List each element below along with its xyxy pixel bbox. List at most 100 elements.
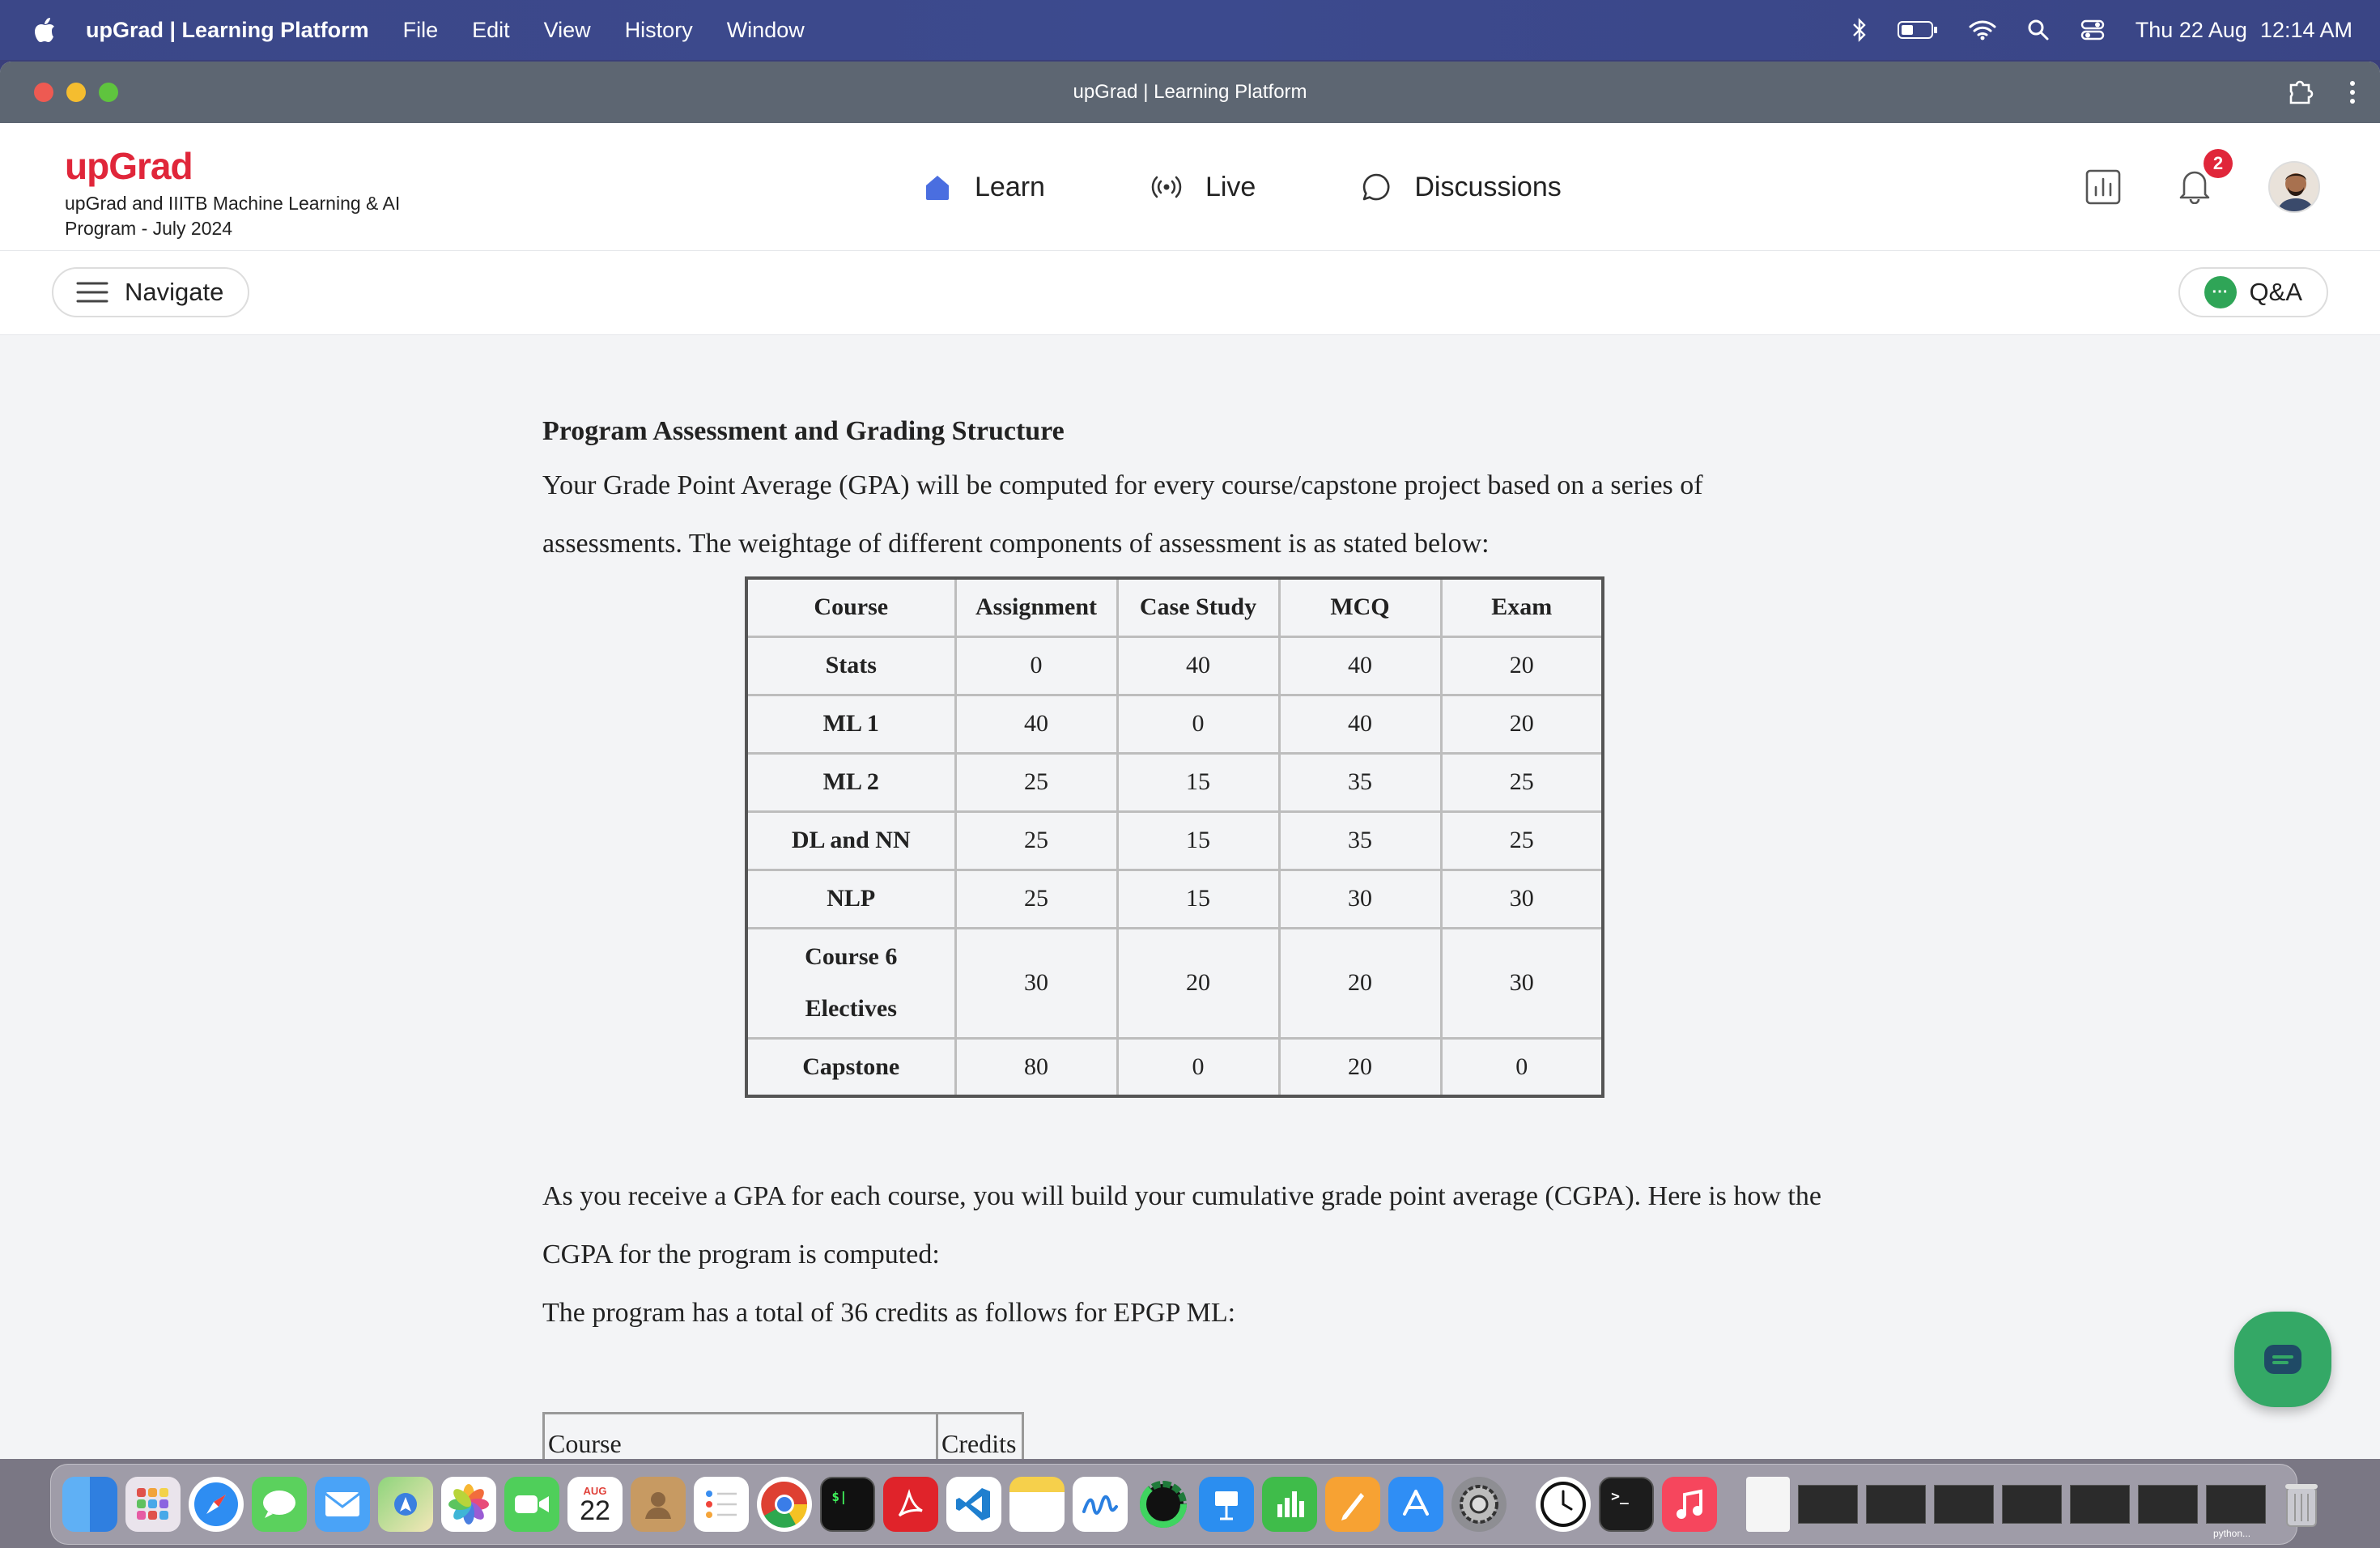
vscode-icon[interactable]: [946, 1477, 1001, 1532]
minimized-window-thumbnail[interactable]: [2138, 1485, 2198, 1524]
course-cell: ML 1: [745, 693, 957, 755]
mcq-cell: 40: [1277, 693, 1443, 755]
messages-icon[interactable]: [252, 1477, 307, 1532]
document-icon[interactable]: [1746, 1477, 1790, 1532]
mcq-cell: 40: [1277, 635, 1443, 696]
table-row: Capstone 80 0 20 0: [745, 1036, 1604, 1098]
activity-ring-icon[interactable]: [1136, 1477, 1191, 1532]
case-study-cell: 15: [1116, 751, 1281, 813]
support-chat-button[interactable]: [2234, 1312, 2331, 1407]
acrobat-icon[interactable]: [883, 1477, 938, 1532]
table-header-row: Course Assignment Case Study MCQ Exam: [745, 576, 1604, 638]
menubar-app-name[interactable]: upGrad | Learning Platform: [86, 18, 369, 43]
contacts-icon[interactable]: [631, 1477, 686, 1532]
menubar-time[interactable]: 12:14 AM: [2260, 18, 2352, 43]
bluetooth-icon[interactable]: [1852, 18, 1867, 42]
extensions-icon[interactable]: [2286, 79, 2314, 106]
minimized-window-thumbnail[interactable]: python...: [2206, 1485, 2266, 1539]
chrome-icon[interactable]: [757, 1477, 812, 1532]
mcq-cell: 35: [1277, 751, 1443, 813]
menubar-date[interactable]: Thu 22 Aug: [2136, 18, 2247, 43]
avatar[interactable]: [2268, 161, 2320, 213]
section-heading: Program Assessment and Grading Structure: [542, 416, 1065, 446]
photos-icon[interactable]: [441, 1477, 496, 1532]
keynote-icon[interactable]: [1199, 1477, 1254, 1532]
pages-icon[interactable]: [1325, 1477, 1380, 1532]
exam-cell: 25: [1439, 810, 1604, 871]
minimized-window-thumbnail[interactable]: [2002, 1485, 2062, 1524]
assignment-cell: 25: [954, 751, 1119, 813]
music-icon[interactable]: [1662, 1477, 1717, 1532]
macos-menu-bar: upGrad | Learning Platform File Edit Vie…: [0, 0, 2380, 60]
program-name-line1: upGrad and IIITB Machine Learning & AI: [65, 193, 401, 214]
app-store-icon[interactable]: [1388, 1477, 1443, 1532]
minimized-window-thumbnail[interactable]: [1866, 1485, 1926, 1524]
table-row: Course 6 Electives 30 20 20 30: [745, 926, 1604, 1040]
exam-cell: 30: [1439, 868, 1604, 929]
course-cell-text: Course 6 Electives: [805, 943, 898, 1022]
safari-icon[interactable]: [189, 1477, 244, 1532]
nav-live[interactable]: Live: [1150, 172, 1256, 203]
nav-learn-label: Learn: [975, 171, 1045, 202]
sub-toolbar: Navigate ··· Q&A: [0, 251, 2380, 335]
exam-cell: 30: [1439, 926, 1604, 1040]
upgrad-logo[interactable]: upGrad: [65, 144, 445, 188]
menu-edit[interactable]: Edit: [472, 18, 510, 43]
article-content: Program Assessment and Grading Structure…: [542, 334, 1821, 1476]
mcq-cell: 35: [1277, 810, 1443, 871]
course-cell: Stats: [745, 635, 957, 696]
control-center-icon[interactable]: [2080, 19, 2105, 41]
case-study-cell: 20: [1116, 926, 1281, 1040]
intro-paragraph: Your Grade Point Average (GPA) will be c…: [542, 470, 1703, 559]
launchpad-icon[interactable]: [125, 1477, 181, 1532]
reminders-icon[interactable]: [694, 1477, 749, 1532]
exam-cell: 25: [1439, 751, 1604, 813]
menu-history[interactable]: History: [625, 18, 693, 43]
table-row: Stats 0 40 40 20: [745, 635, 1604, 696]
qa-button[interactable]: ··· Q&A: [2178, 267, 2328, 317]
assignment-cell: 40: [954, 693, 1119, 755]
spotlight-search-icon[interactable]: [2027, 19, 2050, 41]
battery-icon[interactable]: [1897, 20, 1938, 40]
hamburger-menu-icon: [76, 282, 108, 303]
minimized-window-thumbnail[interactable]: [2070, 1485, 2130, 1524]
freeform-icon[interactable]: [1073, 1477, 1128, 1532]
numbers-icon[interactable]: [1262, 1477, 1317, 1532]
calendar-icon[interactable]: AUG 22: [567, 1477, 623, 1532]
more-options-icon[interactable]: [2349, 79, 2356, 105]
navigate-button[interactable]: Navigate: [52, 267, 250, 317]
cgpa-paragraph: As you receive a GPA for each course, yo…: [542, 1181, 1821, 1269]
assignment-cell: 80: [954, 1036, 1119, 1098]
wifi-icon[interactable]: [1969, 19, 1996, 40]
menu-window[interactable]: Window: [727, 18, 805, 43]
table-row: NLP 25 15 30 30: [745, 868, 1604, 929]
menu-file[interactable]: File: [403, 18, 439, 43]
minimized-window-thumbnail[interactable]: [1934, 1485, 1994, 1524]
exam-cell: 20: [1439, 693, 1604, 755]
header-mcq: MCQ: [1277, 576, 1443, 638]
finder-icon[interactable]: [62, 1477, 117, 1532]
apple-icon[interactable]: [32, 16, 57, 44]
clock-icon[interactable]: [1536, 1477, 1591, 1532]
credits-paragraph: The program has a total of 36 credits as…: [542, 1298, 1236, 1328]
mail-icon[interactable]: [315, 1477, 370, 1532]
table-row: ML 2 25 15 35 25: [745, 751, 1604, 813]
menu-view[interactable]: View: [544, 18, 591, 43]
header-exam: Exam: [1439, 576, 1604, 638]
trash-icon[interactable]: [2274, 1477, 2329, 1532]
nav-learn[interactable]: Learn: [923, 172, 1045, 203]
iterm-icon[interactable]: $|: [820, 1477, 875, 1532]
nav-discussions[interactable]: Discussions: [1361, 172, 1562, 203]
notifications[interactable]: 2: [2178, 148, 2233, 208]
home-icon: [926, 176, 949, 200]
minimized-window-thumbnail[interactable]: [1798, 1485, 1858, 1524]
system-settings-icon[interactable]: [1451, 1477, 1507, 1532]
facetime-icon[interactable]: [504, 1477, 559, 1532]
maps-icon[interactable]: [378, 1477, 433, 1532]
course-cell: Capstone: [745, 1036, 957, 1098]
bar-chart-icon[interactable]: [2085, 169, 2121, 205]
terminal-icon[interactable]: >_: [1599, 1477, 1654, 1532]
case-study-cell: 0: [1116, 693, 1281, 755]
qa-chat-icon: ···: [2204, 276, 2237, 308]
notes-icon[interactable]: [1009, 1477, 1065, 1532]
